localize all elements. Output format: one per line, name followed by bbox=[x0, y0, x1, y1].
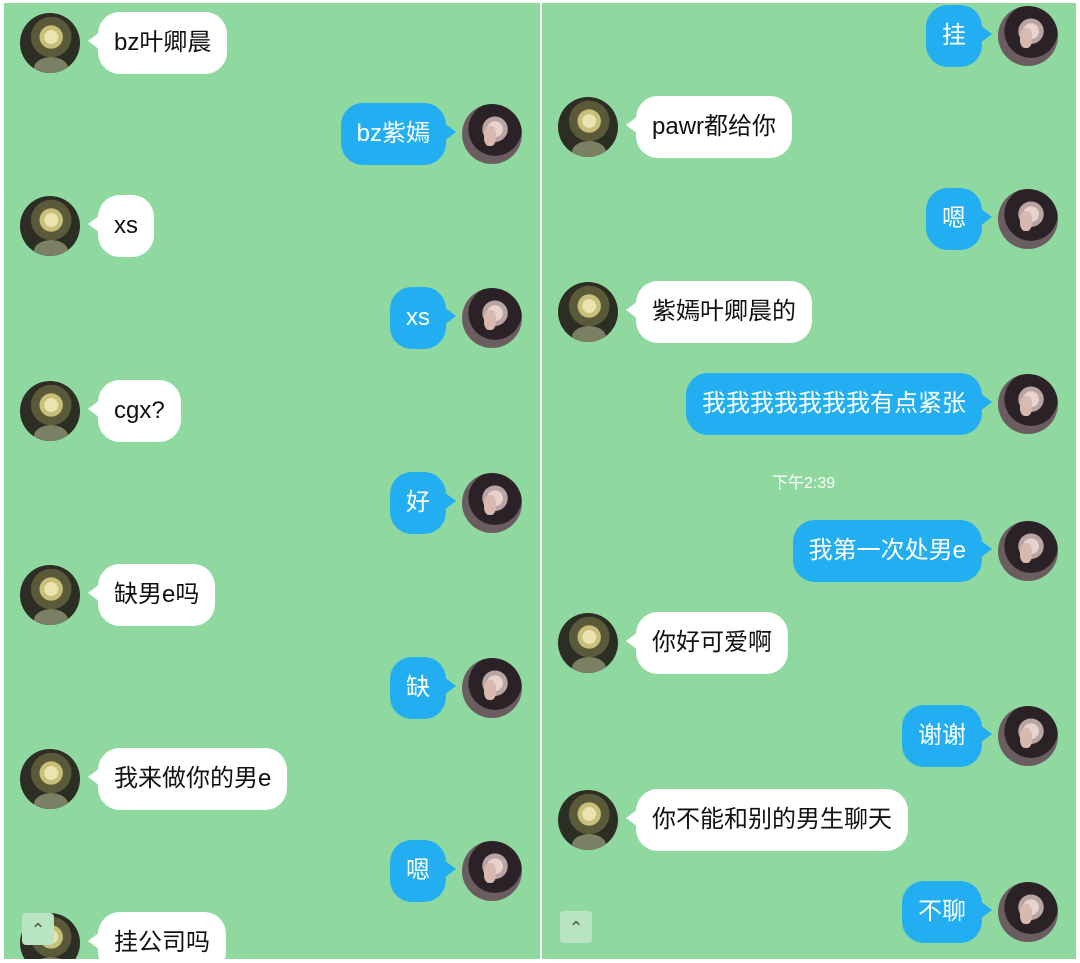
message-bubble[interactable]: 嗯 bbox=[390, 840, 456, 902]
message-outgoing: 嗯 bbox=[4, 840, 540, 902]
avatar[interactable] bbox=[998, 882, 1058, 942]
message-bubble[interactable]: bz紫嫣 bbox=[340, 103, 457, 165]
avatar[interactable] bbox=[462, 473, 522, 533]
avatar[interactable] bbox=[462, 841, 522, 901]
avatar[interactable] bbox=[20, 13, 80, 73]
message-bubble[interactable]: pawr都给你 bbox=[625, 96, 793, 158]
message-outgoing: bz紫嫣 bbox=[4, 103, 540, 165]
avatar[interactable] bbox=[558, 97, 618, 157]
message-outgoing: 不聊 bbox=[542, 881, 1076, 943]
message-bubble[interactable]: xs bbox=[390, 287, 456, 349]
avatar[interactable] bbox=[20, 196, 80, 256]
avatar[interactable] bbox=[558, 613, 618, 673]
message-outgoing: 嗯 bbox=[542, 188, 1076, 250]
message-bubble[interactable]: 挂公司吗 bbox=[88, 912, 226, 959]
avatar[interactable] bbox=[462, 288, 522, 348]
message-bubble[interactable]: cgx? bbox=[88, 380, 181, 442]
message-outgoing: 好 bbox=[4, 472, 540, 534]
message-bubble[interactable]: 好 bbox=[390, 472, 456, 534]
scroll-up-button[interactable]: ⌃ bbox=[22, 913, 54, 945]
message-timestamp: 下午2:39 bbox=[772, 475, 836, 492]
message-bubble[interactable]: 缺男e吗 bbox=[87, 564, 216, 626]
message-bubble[interactable]: 我第一次处男e bbox=[792, 520, 993, 582]
message-bubble[interactable]: 缺 bbox=[390, 657, 456, 719]
message-bubble[interactable]: 不聊 bbox=[902, 881, 992, 943]
avatar[interactable] bbox=[998, 374, 1058, 434]
message-outgoing: 我我我我我我我有点紧张 bbox=[542, 373, 1076, 435]
avatar[interactable] bbox=[462, 104, 522, 164]
avatar[interactable] bbox=[558, 790, 618, 850]
avatar[interactable] bbox=[998, 706, 1058, 766]
avatar[interactable] bbox=[998, 521, 1058, 581]
message-bubble[interactable]: xs bbox=[88, 195, 154, 257]
chat-panel-left: bz叶卿晨 bz紫嫣 xs xs cgx? 好 缺男e吗 缺 我来做你的男e 嗯… bbox=[4, 3, 540, 959]
scroll-up-button[interactable]: ⌃ bbox=[560, 911, 592, 943]
avatar[interactable] bbox=[998, 189, 1058, 249]
message-bubble[interactable]: 嗯 bbox=[926, 188, 992, 250]
message-bubble[interactable]: 挂 bbox=[926, 5, 992, 67]
message-bubble[interactable]: 我来做你的男e bbox=[87, 748, 288, 810]
message-outgoing: 我第一次处男e bbox=[542, 520, 1076, 582]
message-outgoing: 缺 bbox=[4, 657, 540, 719]
avatar[interactable] bbox=[20, 381, 80, 441]
message-bubble[interactable]: 你好可爱啊 bbox=[626, 612, 788, 674]
avatar[interactable] bbox=[20, 749, 80, 809]
message-outgoing: 谢谢 bbox=[542, 705, 1076, 767]
message-bubble[interactable]: 你不能和别的男生聊天 bbox=[626, 789, 908, 851]
message-bubble[interactable]: 谢谢 bbox=[902, 705, 992, 767]
avatar[interactable] bbox=[558, 282, 618, 342]
message-outgoing: xs bbox=[4, 287, 540, 349]
chevron-up-icon: ⌃ bbox=[30, 920, 46, 940]
message-bubble[interactable]: 我我我我我我我有点紧张 bbox=[686, 373, 992, 435]
chevron-up-icon: ⌃ bbox=[568, 918, 584, 938]
avatar[interactable] bbox=[462, 658, 522, 718]
avatar[interactable] bbox=[998, 6, 1058, 66]
message-bubble[interactable]: bz叶卿晨 bbox=[87, 12, 228, 74]
avatar[interactable] bbox=[20, 565, 80, 625]
message-bubble[interactable]: 紫嫣叶卿晨的 bbox=[626, 281, 812, 343]
chat-panel-right: 挂 pawr都给你 嗯 紫嫣叶卿晨的 我我我我我我我有点紧张 下午2:39 我第… bbox=[542, 3, 1076, 959]
message-outgoing: 挂 bbox=[542, 5, 1076, 67]
